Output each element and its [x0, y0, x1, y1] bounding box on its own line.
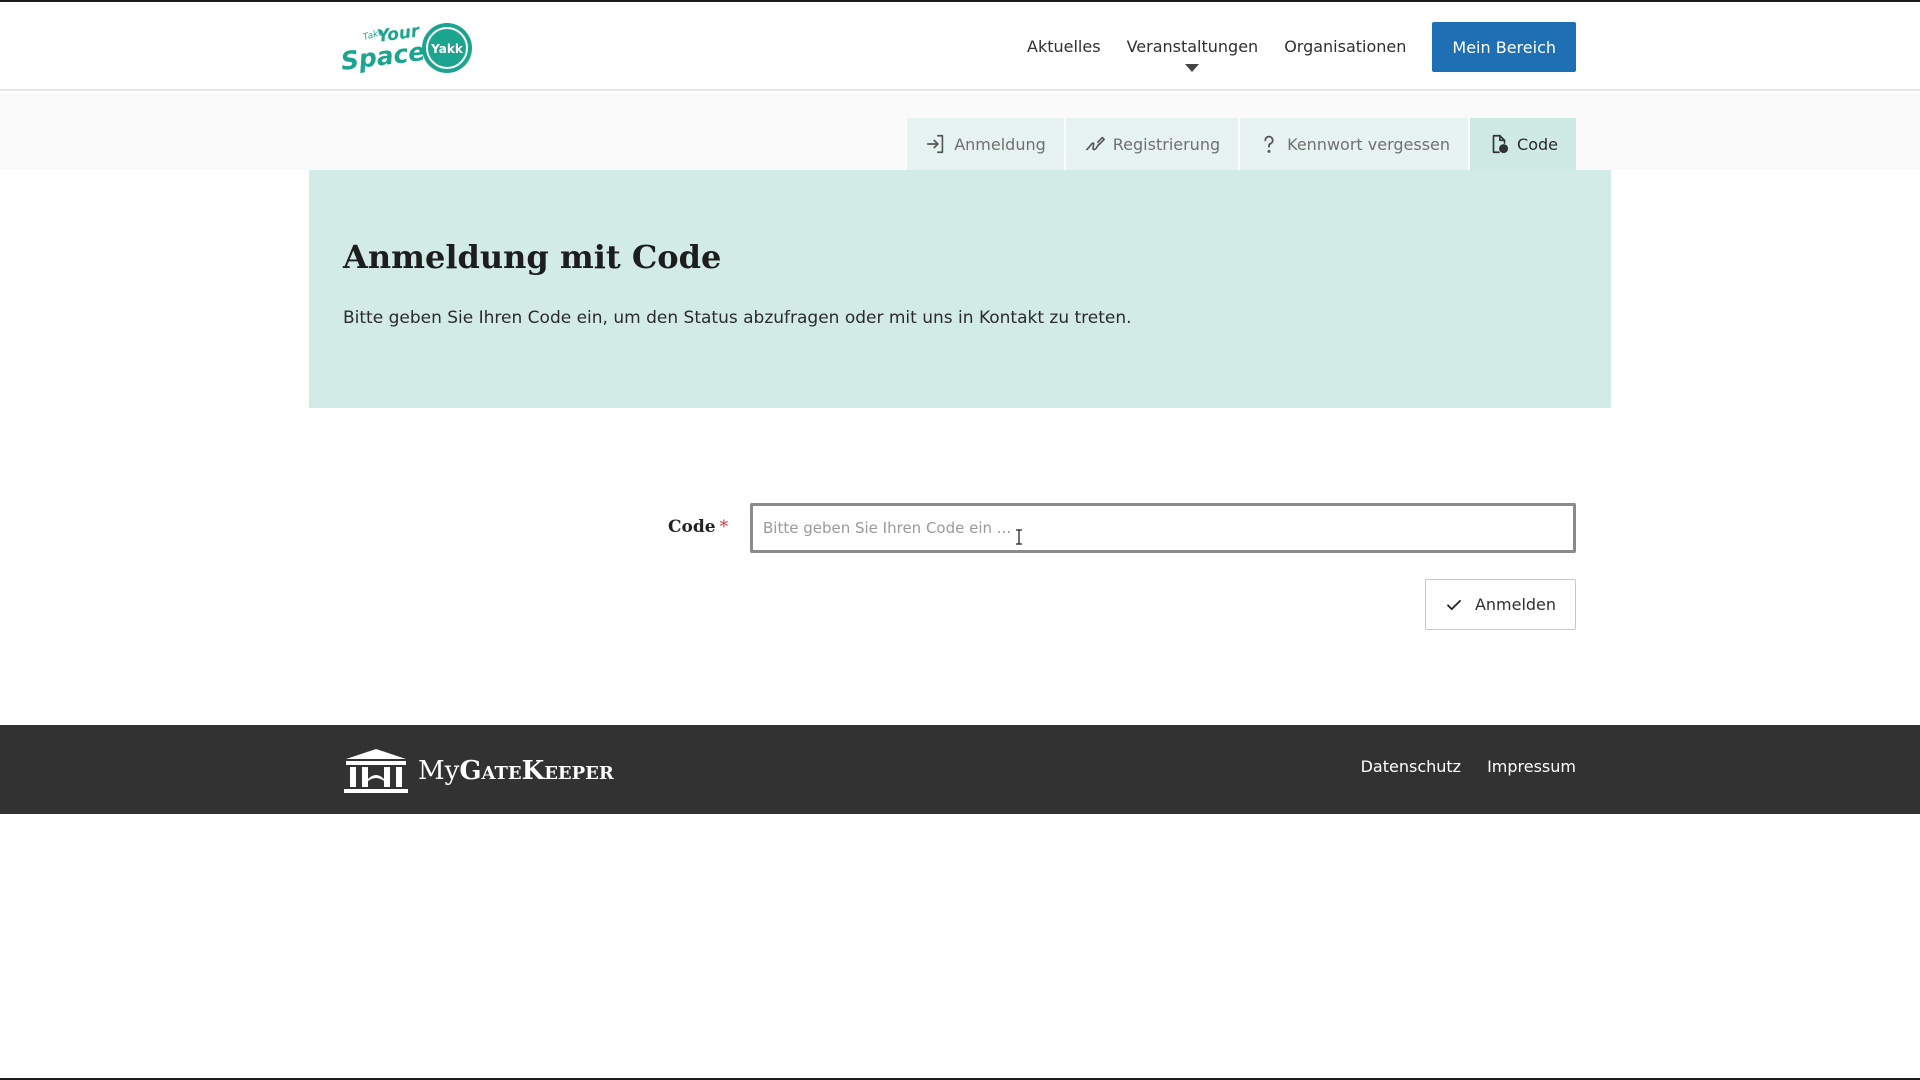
hero-panel: Anmeldung mit Code Bitte geben Sie Ihren…	[309, 170, 1611, 408]
tab-code-label: Code	[1517, 134, 1558, 154]
tab-code[interactable]: Code	[1470, 118, 1576, 170]
nav-aktuelles[interactable]: Aktuelles	[1027, 22, 1101, 72]
svg-text:Space: Space	[342, 37, 427, 76]
main-nav: Aktuelles Veranstaltungen Organisationen…	[1001, 22, 1576, 72]
mein-bereich-button[interactable]: Mein Bereich	[1432, 22, 1576, 72]
tab-anmeldung-label: Anmeldung	[954, 134, 1046, 154]
page-description: Bitte geben Sie Ihren Code ein, um den S…	[343, 308, 1132, 328]
auth-tabs: Anmeldung Registrierung Kennwort vergess…	[907, 118, 1576, 170]
file-code-icon	[1492, 134, 1509, 154]
anmelden-button-label: Anmelden	[1474, 595, 1557, 614]
caret-down-icon	[1185, 64, 1200, 72]
required-mark: *	[719, 517, 729, 537]
footer-link-impressum[interactable]: Impressum	[1487, 757, 1576, 776]
auth-tab-bar: Anmeldung Registrierung Kennwort vergess…	[0, 93, 1920, 170]
check-icon	[1447, 599, 1461, 610]
signature-icon	[1085, 136, 1105, 151]
anmelden-button[interactable]: Anmelden	[1425, 579, 1576, 630]
code-form-row: Code *	[0, 503, 1920, 553]
sign-in-icon	[927, 134, 944, 154]
tab-registrierung-label: Registrierung	[1112, 134, 1221, 154]
code-input[interactable]	[750, 503, 1576, 553]
code-label: Code *	[668, 517, 728, 537]
site-header: Take Your Space Yakk Aktuelles Veranstal…	[0, 2, 1920, 91]
nav-veranstaltungen-label: Veranstaltungen	[1126, 37, 1259, 56]
gate-building-icon	[344, 749, 408, 793]
tab-kennwort-vergessen[interactable]: Kennwort vergessen	[1240, 118, 1471, 170]
tab-kennwort-label: Kennwort vergessen	[1287, 134, 1451, 154]
mygatekeeper-logo[interactable]: MyGateKeeper	[342, 747, 614, 795]
tab-registrierung[interactable]: Registrierung	[1065, 118, 1241, 170]
tab-anmeldung[interactable]: Anmeldung	[907, 118, 1066, 170]
footer-links: Datenschutz Impressum	[1335, 757, 1576, 776]
take-your-space-logo[interactable]: Take Your Space Yakk	[339, 18, 474, 78]
page-title: Anmeldung mit Code	[343, 238, 722, 276]
footer-link-datenschutz[interactable]: Datenschutz	[1361, 757, 1461, 776]
nav-organisationen[interactable]: Organisationen	[1284, 22, 1406, 72]
code-label-text: Code	[668, 517, 716, 537]
svg-text:Yakk: Yakk	[430, 42, 464, 56]
footer-brand: MyGateKeeper	[418, 756, 614, 786]
footer-brand-prefix: My	[418, 756, 460, 786]
question-icon	[1264, 135, 1274, 153]
nav-veranstaltungen[interactable]: Veranstaltungen	[1126, 22, 1259, 72]
text-cursor-icon	[1016, 529, 1022, 545]
footer-brand-main: GateKeeper	[459, 756, 614, 786]
site-footer: MyGateKeeper Datenschutz Impressum	[0, 725, 1920, 814]
